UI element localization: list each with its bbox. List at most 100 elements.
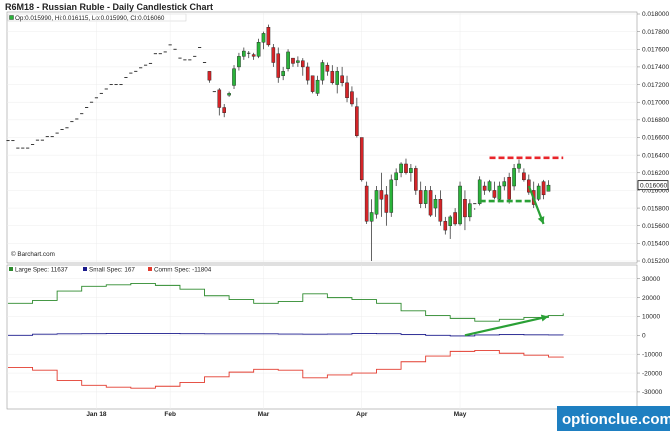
month-label-0: Jan 18 [86, 411, 107, 418]
candle-62 [310, 75, 315, 94]
candle-body-down [305, 66, 310, 81]
cot-legend: Large Spec: 11637 Small Spec: 167 Comm S… [9, 267, 212, 274]
candle-body-down [276, 53, 281, 78]
cot-legend-large: Large Spec: 11637 [15, 267, 68, 274]
cot-legend-swatch-large [9, 267, 13, 271]
month-label-2: Mar [258, 411, 270, 418]
candle-body-up [448, 216, 453, 226]
candle-body-down [291, 57, 295, 64]
candle-body-up [242, 50, 246, 57]
main-y-tick-label-9: 0.016200 [642, 170, 669, 177]
candle-body-up [389, 179, 394, 213]
chart-title: R6M18 - Russian Ruble - Daily Candlestic… [5, 2, 213, 12]
candle-body-down [428, 190, 433, 216]
candle-body-up [433, 199, 438, 209]
candle-body-up [237, 56, 241, 68]
candle-72 [359, 137, 364, 182]
candle-body-up [227, 93, 231, 96]
candle-body-up [399, 163, 403, 173]
candle-body-down [438, 199, 443, 222]
candle-body-down [251, 54, 256, 57]
candle-body-down [217, 89, 222, 108]
watermark-text: optionclue.com [562, 411, 670, 428]
candle-body-down [541, 181, 546, 196]
main-y-tick-label-6: 0.016800 [642, 117, 669, 124]
candle-body-up [335, 71, 339, 85]
candle-body-down [345, 82, 349, 99]
candle-78 [389, 174, 394, 217]
candle-body-up [512, 168, 516, 187]
cot-y-tick-label-2: 10000 [642, 314, 660, 321]
candle-body-down [266, 27, 271, 46]
chart-root: R6M18 - Russian Ruble - Daily Candlestic… [0, 0, 670, 431]
cot-legend-swatch-small [83, 267, 87, 271]
candle-75 [374, 186, 379, 219]
candle-86 [428, 186, 433, 217]
cot-legend-swatch-comm [148, 267, 152, 271]
candle-body-down [350, 91, 354, 105]
cot-y-tick-label-3: 0 [642, 333, 646, 340]
candle-53 [266, 24, 271, 47]
main-y-tick-label-13: 0.015400 [642, 241, 669, 248]
candle-body-up [281, 71, 285, 76]
candle-body-up [487, 181, 492, 191]
candle-body-up [468, 203, 472, 218]
candle-body-up [374, 190, 379, 215]
candle-body-up [394, 172, 398, 181]
candle-46 [232, 65, 236, 89]
main-y-tick-label-0: 0.018000 [642, 11, 669, 18]
candle-body-down [207, 71, 212, 81]
candle-body-down [301, 60, 305, 68]
main-y-tick-label-11: 0.015800 [642, 205, 669, 212]
source-label: © Barchart.com [11, 250, 55, 258]
candle-body-down [418, 190, 423, 204]
cot-y-tick-label-6: -30000 [642, 389, 663, 396]
cot-legend-comm: Comm Spec: -11804 [154, 267, 212, 274]
candle-body-down [222, 107, 226, 113]
candle-73 [364, 181, 369, 224]
main-y-axis: 0.018000 0.017800 0.017600 0.017400 0.017200… [637, 11, 669, 265]
ohlc-legend-swatch [9, 15, 14, 20]
candle-body-down [364, 185, 369, 222]
candle-body-up [423, 190, 428, 204]
main-y-tick-label-2: 0.017600 [642, 46, 669, 53]
main-y-tick-label-14: 0.015200 [642, 258, 669, 265]
candle-body-down [379, 190, 384, 200]
last-price-label: 0.016060 [640, 182, 667, 189]
month-label-1: Feb [164, 411, 176, 418]
cot-y-tick-label-0: 30000 [642, 276, 660, 283]
ohlc-legend-text: Op:0.015990, Hi:0.016115, Lo:0.015990, C… [15, 15, 165, 22]
candle-body-down [355, 106, 359, 136]
candle-body-up [458, 185, 462, 225]
candle-body-down [414, 168, 418, 191]
last-price-box: 0.016060 [637, 180, 669, 191]
candle-body-down [482, 185, 487, 191]
candle-body-down [522, 172, 526, 181]
candle-body-down [492, 190, 497, 198]
candle-body-up [536, 185, 541, 200]
chart-svg: R6M18 - Russian Ruble - Daily Candlestic… [0, 0, 670, 431]
main-y-tick-label-12: 0.015600 [642, 223, 669, 230]
cot-y-tick-label-5: -20000 [642, 370, 663, 377]
candle-102 [507, 172, 511, 204]
month-label-4: May [454, 411, 467, 418]
candle-body-up [256, 42, 261, 57]
candle-body-down [453, 212, 457, 225]
main-y-tick-label-3: 0.017400 [642, 64, 669, 71]
candle-body-down [330, 71, 335, 84]
cot-legend-small: Small Spec: 167 [89, 267, 135, 274]
candle-body-down [271, 47, 276, 63]
candle-body-down [340, 75, 344, 84]
candle-body-up [286, 51, 290, 69]
candle-57 [286, 49, 290, 72]
candle-98 [487, 179, 492, 193]
main-y-tick-label-4: 0.017200 [642, 82, 669, 89]
candle-body-down [443, 221, 448, 231]
candle-body-up [296, 60, 300, 63]
candle-body-down [404, 163, 408, 173]
candle-body-up [409, 168, 413, 173]
candle-body-up [546, 184, 551, 192]
month-label-3: Apr [356, 411, 368, 418]
main-y-tick-label-5: 0.017000 [642, 99, 669, 106]
candle-body-down [359, 137, 364, 181]
